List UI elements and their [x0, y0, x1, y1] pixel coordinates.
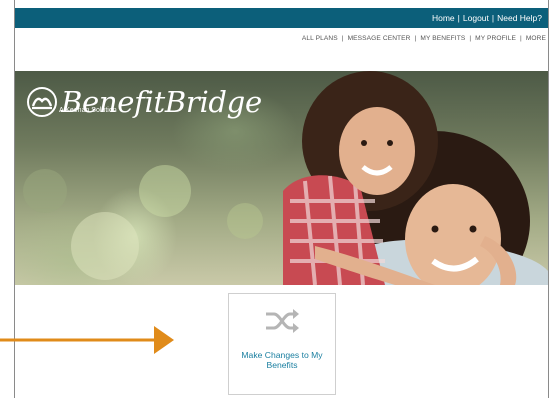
nav-message-center[interactable]: MESSAGE CENTER — [348, 35, 411, 42]
bridge-logo-icon — [27, 87, 57, 117]
logo-subtitle: A Keenan Solution — [59, 107, 117, 114]
nav-separator: | — [341, 35, 344, 42]
make-changes-tile[interactable]: Make Changes to My Benefits — [228, 293, 336, 395]
nav-all-plans[interactable]: ALL PLANS — [302, 35, 338, 42]
top-utility-bar: Home | Logout | Need Help? — [15, 8, 548, 28]
nav-more[interactable]: MORE — [526, 35, 546, 42]
main-navigation: ALL PLANS | MESSAGE CENTER | MY BENEFITS… — [302, 35, 546, 42]
callout-arrow — [0, 326, 174, 354]
nav-my-benefits[interactable]: MY BENEFITS — [420, 35, 465, 42]
nav-my-profile[interactable]: MY PROFILE — [475, 35, 516, 42]
nav-separator: | — [469, 35, 472, 42]
nav-separator: | — [519, 35, 522, 42]
need-help-link[interactable]: Need Help? — [497, 13, 542, 23]
utility-separator: | — [457, 13, 460, 23]
tile-label: Make Changes to My Benefits — [241, 350, 323, 370]
nav-separator: | — [414, 35, 417, 42]
home-link[interactable]: Home — [432, 13, 455, 23]
shuffle-icon — [266, 309, 299, 333]
logout-link[interactable]: Logout — [463, 13, 489, 23]
hero-banner: BenefitBridge A Keenan Solution — [15, 71, 548, 285]
utility-separator: | — [491, 13, 495, 23]
